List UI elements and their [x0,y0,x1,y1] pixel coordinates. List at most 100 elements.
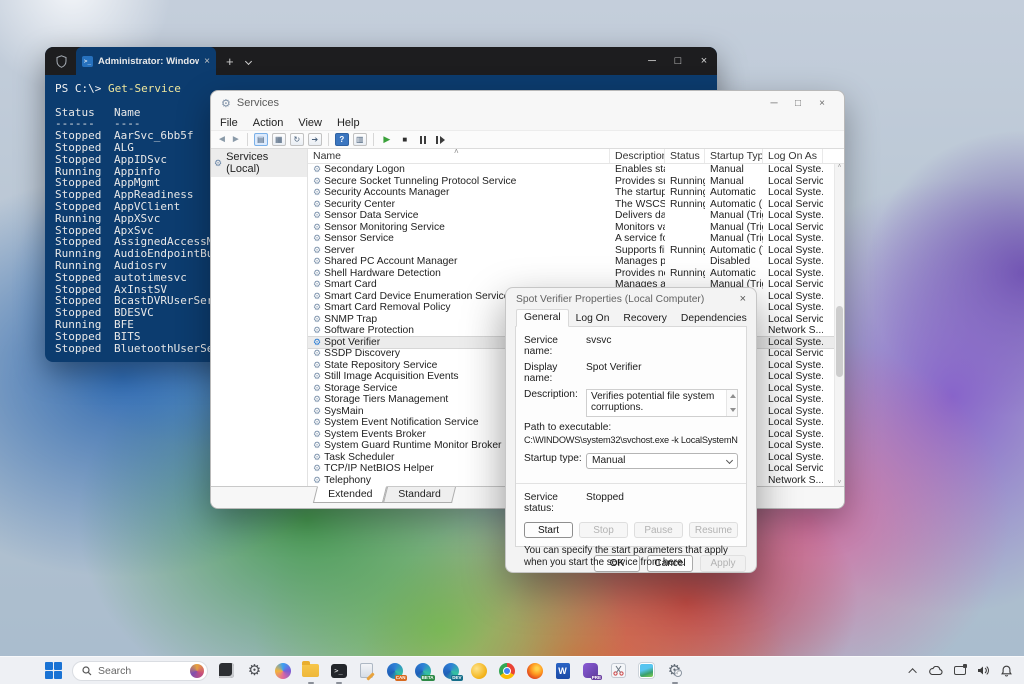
service-name: Telephony [324,475,371,486]
edge-dev-icon[interactable]: DEV [441,661,460,680]
new-tab-button[interactable]: + [226,54,234,69]
start-button[interactable]: Start [524,522,573,538]
service-logon-as: Local Syste... [763,383,823,394]
column-header-name[interactable]: Name [308,149,610,163]
chrome-icon[interactable] [497,661,516,680]
help-icon[interactable]: ? [335,133,349,146]
document-edit-icon[interactable] [357,661,376,680]
forward-icon[interactable]: ► [231,134,241,145]
dialog-close-icon[interactable]: × [740,293,746,305]
firefox-icon[interactable] [525,661,544,680]
properties-icon[interactable]: ▦ [272,133,286,146]
startup-type-select[interactable]: Manual [586,453,738,469]
tab-recovery[interactable]: Recovery [616,311,674,327]
tab-dropdown-icon[interactable] [246,59,251,64]
chrome-canary-icon[interactable] [469,661,488,680]
search-box[interactable]: Search [72,661,208,681]
notification-bell-icon[interactable] [1001,665,1012,677]
snipping-tool-icon[interactable] [609,661,628,680]
scroll-up-icon[interactable]: ˄ [835,164,844,170]
powertoys-icon[interactable]: PRE [581,661,600,680]
services-tree-pane: ⚙ Services (Local) [211,149,308,486]
service-row[interactable]: ⚙Sensor Monitoring Service Monitors va..… [308,222,834,234]
start-button[interactable] [44,661,63,680]
service-icon: ⚙ [313,326,321,335]
service-row[interactable]: ⚙Secondary Logon Enables star... Manual … [308,164,834,176]
path-value: C:\WINDOWS\system32\svchost.exe -k Local… [524,435,738,445]
settings-gear-icon[interactable]: ⚙ [245,661,264,680]
stop-button[interactable]: Stop [579,522,628,538]
services-minimize-button[interactable]: ─ [762,98,786,109]
back-icon[interactable]: ◄ [217,134,227,145]
scroll-down-icon[interactable]: ˅ [835,480,844,486]
divider [516,483,746,484]
services-close-button[interactable]: × [810,98,834,109]
terminal-maximize-button[interactable]: □ [665,55,691,67]
service-icon: ⚙ [313,223,321,232]
terminal-titlebar[interactable]: >_ Administrator: Windows Pow × + ─ □ × [45,47,717,75]
service-row[interactable]: ⚙Server Supports fil... Running Automati… [308,245,834,257]
service-row[interactable]: ⚙Sensor Service A service fo... Manual (… [308,233,834,245]
menu-action[interactable]: Action [253,117,284,129]
start-service-icon[interactable]: ▶ [380,134,394,145]
word-icon[interactable]: W [553,661,572,680]
show-console-tree-icon[interactable]: ▤ [254,133,268,146]
widgets-app-icon[interactable] [217,661,236,680]
terminal-close-button[interactable]: × [691,55,717,67]
service-row[interactable]: ⚙Shell Hardware Detection Provides no...… [308,268,834,280]
terminal-app-icon[interactable]: >_ [329,661,348,680]
services-app-icon: ⚙ [221,97,231,110]
tab-close-icon[interactable]: × [204,56,210,67]
refresh-icon[interactable]: ↻ [290,133,304,146]
edge-beta-icon[interactable]: BETA [413,661,432,680]
tree-item-services-local[interactable]: ⚙ Services (Local) [211,149,307,177]
stop-service-icon[interactable]: ■ [398,135,412,144]
pause-service-icon[interactable] [416,136,430,144]
column-header-logon-as[interactable]: Log On As [763,149,823,163]
service-row[interactable]: ⚙Secure Socket Tunneling Protocol Servic… [308,176,834,188]
scroll-up-icon[interactable] [730,394,736,398]
tab-general[interactable]: General [516,309,569,327]
extended-view-icon[interactable]: ▥ [353,133,367,146]
services-maximize-button[interactable]: □ [786,98,810,109]
services-titlebar[interactable]: ⚙ Services ─ □ × [211,91,844,115]
terminal-tab[interactable]: >_ Administrator: Windows Pow × [76,47,216,75]
search-highlights-icon[interactable] [190,664,204,678]
dialog-titlebar[interactable]: Spot Verifier Properties (Local Computer… [506,288,756,310]
onedrive-cloud-icon[interactable] [928,666,943,676]
service-logon-as: Local Service [763,348,823,359]
menu-file[interactable]: File [220,117,238,129]
scrollbar-thumb[interactable] [836,306,843,377]
edge-canary-icon[interactable]: CAN [385,661,404,680]
tray-overflow-chevron-icon[interactable] [908,668,916,676]
services-app-icon[interactable]: ⚙ [665,661,684,680]
service-row[interactable]: ⚙Security Accounts Manager The startup .… [308,187,834,199]
tab-dependencies[interactable]: Dependencies [674,311,754,327]
copilot-icon[interactable] [273,661,292,680]
export-list-icon[interactable]: ➔ [308,133,322,146]
pause-button[interactable]: Pause [634,522,683,538]
restart-service-icon[interactable] [434,136,448,144]
description-scrollbar[interactable] [726,390,737,416]
terminal-minimize-button[interactable]: ─ [639,55,665,67]
network-icon[interactable] [954,666,966,675]
resume-button[interactable]: Resume [689,522,738,538]
tab-extended[interactable]: Extended [313,486,388,503]
menu-view[interactable]: View [298,117,322,129]
photos-icon[interactable] [637,661,656,680]
service-row[interactable]: ⚙Shared PC Account Manager Manages pr...… [308,256,834,268]
file-explorer-icon[interactable] [301,661,320,680]
description-textbox[interactable]: Verifies potential file system corruptio… [586,389,738,417]
tab-log-on[interactable]: Log On [569,311,617,327]
service-row[interactable]: ⚙Sensor Data Service Delivers dat... Man… [308,210,834,222]
service-row[interactable]: ⚙Security Center The WSCSV... Running Au… [308,199,834,211]
column-header-status[interactable]: Status [665,149,705,163]
column-header-startup-type[interactable]: Startup Type [705,149,763,163]
tab-standard[interactable]: Standard [383,487,456,503]
services-scrollbar[interactable]: ˄ ˅ [834,164,844,486]
desktop: >_ Administrator: Windows Pow × + ─ □ × … [0,0,1024,684]
scroll-down-icon[interactable] [730,408,736,412]
menu-help[interactable]: Help [337,117,360,129]
column-header-description[interactable]: Description [610,149,665,163]
volume-icon[interactable] [977,665,990,676]
